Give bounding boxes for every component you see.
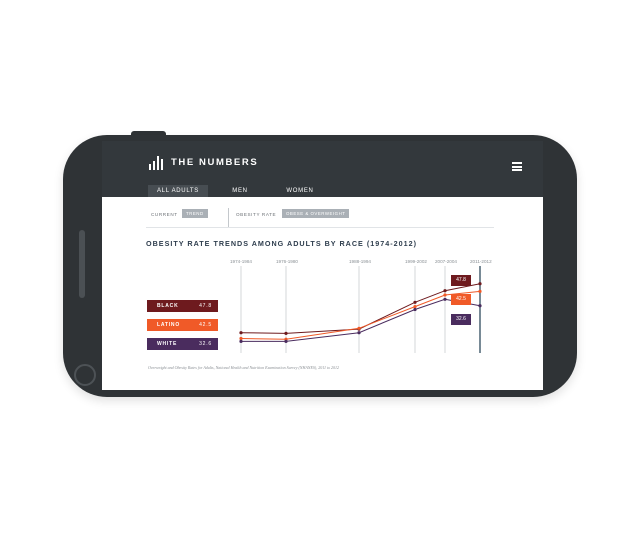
legend-black[interactable]: BLACK 47.8 bbox=[147, 300, 218, 312]
x-tick-label: 1988-1994 bbox=[349, 259, 371, 264]
data-point bbox=[413, 305, 417, 309]
x-tick-label: 1976-1980 bbox=[276, 259, 298, 264]
legend-value: 47.8 bbox=[199, 303, 212, 309]
data-point bbox=[478, 282, 482, 286]
legend-label: BLACK bbox=[157, 303, 179, 309]
legend-label: WHITE bbox=[157, 341, 178, 347]
x-tick-label: 1974-1984 bbox=[230, 259, 252, 264]
data-point bbox=[239, 336, 243, 341]
data-point bbox=[357, 331, 361, 335]
series-line-white bbox=[241, 298, 481, 342]
data-point bbox=[413, 300, 417, 304]
data-point bbox=[413, 307, 417, 312]
x-tick-label: 1999-2002 bbox=[405, 259, 427, 264]
end-value-black: 47.8 bbox=[451, 275, 471, 286]
x-tick-label: 2011-2012 bbox=[470, 259, 492, 264]
legend-latino[interactable]: LATINO 42.5 bbox=[147, 319, 218, 331]
x-tick-label: 2007-2004 bbox=[435, 259, 457, 264]
source-footnote: Overweight and Obesity Rates for Adults,… bbox=[148, 365, 340, 370]
data-point bbox=[478, 304, 482, 308]
end-value-latino: 42.5 bbox=[451, 294, 471, 305]
obesity-trend-chart: 1974-1984 1976-1980 1988-1994 1999-2002 2007… bbox=[230, 259, 492, 353]
legend-white[interactable]: WHITE 32.6 bbox=[147, 338, 218, 350]
data-point bbox=[284, 339, 288, 343]
phone-screen: THE NUMBERS ALL ADULTS MEN WOMEN CURRENT… bbox=[102, 141, 543, 390]
legend-label: LATINO bbox=[157, 322, 181, 328]
data-point bbox=[443, 289, 447, 293]
data-point bbox=[478, 289, 482, 293]
data-point bbox=[443, 293, 447, 297]
data-point bbox=[284, 331, 288, 335]
phone-home-button bbox=[74, 364, 96, 386]
legend-value: 42.5 bbox=[199, 322, 212, 328]
phone-volume-button bbox=[79, 230, 85, 298]
end-value-white: 32.6 bbox=[451, 314, 471, 325]
data-point bbox=[239, 339, 243, 343]
data-point bbox=[443, 297, 447, 301]
legend-value: 32.6 bbox=[199, 341, 212, 347]
data-point bbox=[239, 331, 243, 335]
data-point bbox=[357, 326, 361, 330]
